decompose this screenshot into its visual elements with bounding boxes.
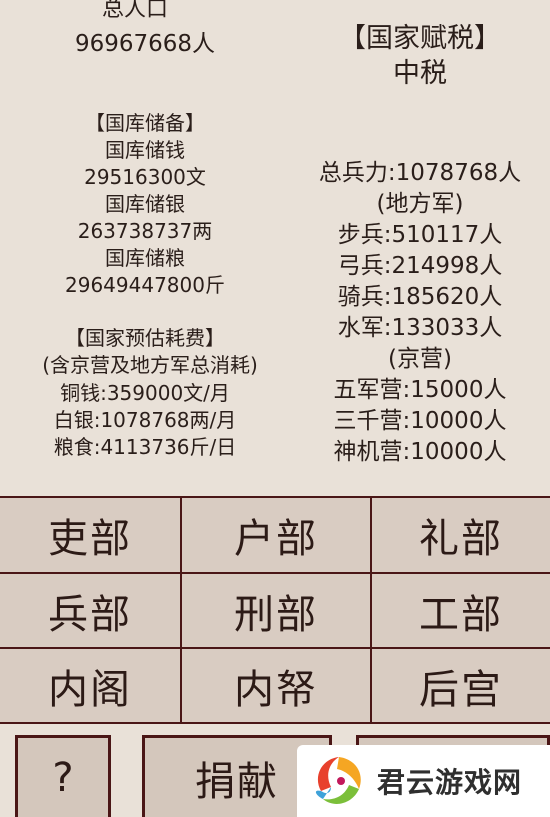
grain-value: 29649447800斤 xyxy=(65,273,225,297)
copper-value: 29516300文 xyxy=(84,165,206,189)
local-army-header: (地方军) xyxy=(376,191,464,217)
treasury-header: 【国库储备】 xyxy=(85,111,205,135)
dept-button-libu-rites[interactable]: 礼部 xyxy=(372,498,550,574)
help-button[interactable]: ? xyxy=(15,735,111,817)
capital-army-header: (京营) xyxy=(388,346,452,372)
dept-button-neige[interactable]: 内阁 xyxy=(0,649,182,722)
population-label: 总人口 xyxy=(101,0,168,22)
kingdom-stats-panel: 总人口 96967668人 【国库储备】 国库储钱 29516300文 国库储银… xyxy=(0,0,550,496)
wujunying-count: 五军营:15000人 xyxy=(333,377,507,403)
shenjiying-count: 神机营:10000人 xyxy=(333,439,507,465)
tax-header: 【国家赋税】 xyxy=(339,23,501,54)
archers-count: 弓兵:214998人 xyxy=(337,253,503,279)
dept-button-hougong[interactable]: 后宫 xyxy=(372,649,550,722)
expense-header: 【国家预估耗费】 xyxy=(65,326,225,350)
watermark-text: 君云游戏网 xyxy=(377,766,523,799)
expense-silver: 白银:1078768两/月 xyxy=(53,408,237,432)
silver-label: 国库储银 xyxy=(105,192,185,216)
dept-button-neitang[interactable]: 内帑 xyxy=(182,649,372,722)
expense-grain: 粮食:4113736斤/日 xyxy=(53,435,237,459)
copper-label: 国库储钱 xyxy=(105,138,185,162)
infantry-count: 步兵:510117人 xyxy=(337,222,503,248)
population-value: 96967668人 xyxy=(74,31,216,57)
department-menu: 吏部 户部 礼部 兵部 刑部 工部 内阁 内帑 后宫 xyxy=(0,496,550,724)
total-troops: 总兵力:1078768人 xyxy=(318,160,522,186)
expense-note: (含京营及地方军总消耗) xyxy=(42,353,258,377)
watermark-overlay: 君云游戏网 xyxy=(297,745,550,817)
grain-label: 国库储粮 xyxy=(105,246,185,270)
dept-button-hubu[interactable]: 户部 xyxy=(182,498,372,574)
expense-copper: 铜钱:359000文/月 xyxy=(60,381,230,405)
dept-button-xingbu[interactable]: 刑部 xyxy=(182,574,372,649)
navy-count: 水军:133033人 xyxy=(337,315,503,341)
dept-button-libu[interactable]: 吏部 xyxy=(0,498,182,574)
dept-button-bingbu[interactable]: 兵部 xyxy=(0,574,182,649)
sanqianying-count: 三千营:10000人 xyxy=(333,408,507,434)
dept-button-gongbu[interactable]: 工部 xyxy=(372,574,550,649)
tax-value: 中税 xyxy=(393,58,447,89)
cavalry-count: 骑兵:185620人 xyxy=(337,284,503,310)
silver-value: 263738737两 xyxy=(77,219,213,243)
swirl-logo-icon xyxy=(315,757,361,804)
